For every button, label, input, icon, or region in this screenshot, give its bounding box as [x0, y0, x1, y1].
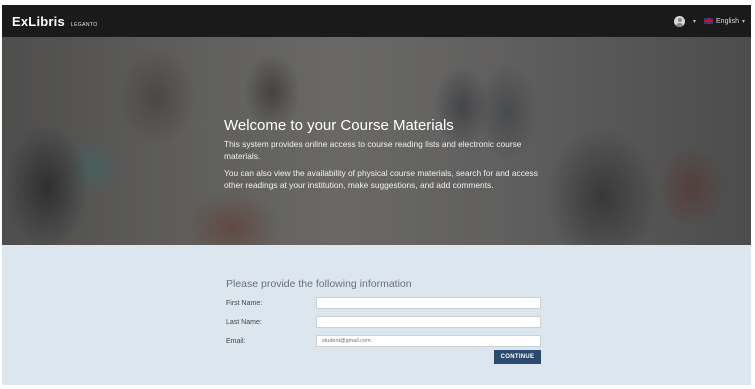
- form-heading: Please provide the following information: [226, 278, 412, 290]
- logo-product-name: LEGANTO: [70, 21, 98, 28]
- language-chevron-down-icon: ▾: [741, 18, 745, 25]
- app-frame: ExLibris LEGANTO ▾ English ▾ Welcome to …: [2, 5, 751, 385]
- user-avatar-icon[interactable]: [674, 15, 685, 27]
- uk-flag-icon: [704, 18, 714, 24]
- hero-title: Welcome to your Course Materials: [224, 117, 454, 134]
- continue-button[interactable]: CONTINUE: [494, 350, 541, 364]
- top-bar: ExLibris LEGANTO ▾ English ▾: [2, 5, 751, 37]
- first-name-field[interactable]: [316, 297, 541, 309]
- hero-text-block: Welcome to your Course Materials This sy…: [224, 117, 554, 196]
- top-bar-controls: ▾ English ▾: [674, 5, 745, 37]
- first-name-label: First Name:: [226, 299, 263, 307]
- language-label: English: [716, 17, 739, 25]
- hero-description-1: This system provides online access to co…: [224, 139, 522, 161]
- user-menu-chevron-down-icon[interactable]: ▾: [693, 18, 696, 25]
- last-name-field[interactable]: [316, 316, 541, 328]
- registration-form: Please provide the following information…: [2, 245, 751, 385]
- last-name-row: Last Name:: [226, 316, 541, 328]
- logo-text: ExLibris: [12, 13, 65, 29]
- last-name-label: Last Name:: [226, 318, 262, 326]
- email-label: Email:: [226, 337, 246, 345]
- email-field[interactable]: [316, 335, 541, 347]
- hero-description-2: You can also view the availability of ph…: [224, 168, 538, 190]
- exlibris-logo[interactable]: ExLibris LEGANTO: [12, 14, 98, 29]
- language-selector[interactable]: English ▾: [704, 18, 745, 25]
- first-name-row: First Name:: [226, 297, 541, 309]
- email-row: Email:: [226, 335, 541, 347]
- hero-banner: Welcome to your Course Materials This sy…: [2, 37, 751, 245]
